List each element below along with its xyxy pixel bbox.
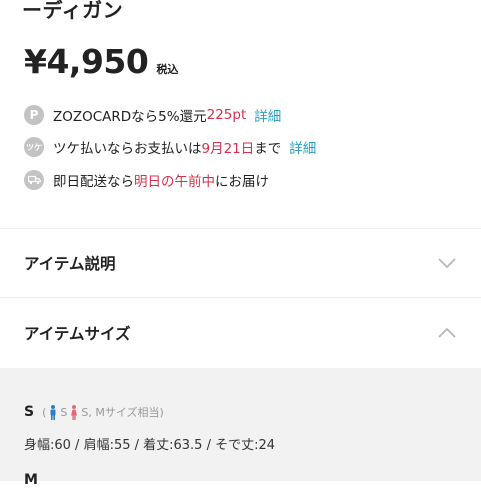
chevron-down-icon xyxy=(438,258,456,269)
size-panel: S ( S S, Mサイズ相当 ) 身幅:60 / 肩幅:55 / 着丈:63.… xyxy=(0,368,481,488)
truck-icon xyxy=(24,170,44,190)
price-amount: ¥4,950 xyxy=(24,42,149,81)
price-block: ¥4,950 税込 xyxy=(24,42,178,81)
accordion-label-size: アイテムサイズ xyxy=(24,325,131,343)
delivery-row: 即日配送なら 明日の午前中 にお届け xyxy=(24,170,269,190)
accordion-item-size[interactable]: アイテムサイズ xyxy=(0,299,481,367)
tsuke-suffix: まで xyxy=(254,141,282,157)
male-icon xyxy=(50,404,56,420)
product-title: ーディガン xyxy=(22,0,124,22)
tsuke-row: ツケ ツケ払いならお支払いは 9月21日 まで 詳細 xyxy=(24,137,316,157)
delivery-highlight: 明日の午前中 xyxy=(134,174,215,190)
points-value: 225pt xyxy=(206,107,247,123)
zozocard-detail-link[interactable]: 詳細 xyxy=(254,105,281,125)
paren-close: ) xyxy=(159,405,164,419)
zozocard-text: ZOZOCARDなら5%還元 xyxy=(53,109,207,125)
tax-label: 税込 xyxy=(156,63,179,76)
zozocard-row: P ZOZOCARDなら5%還元 225pt 詳細 xyxy=(24,105,281,125)
accordion-item-description[interactable]: アイテム説明 xyxy=(0,229,481,297)
tsuke-text: ツケ払いならお支払いは xyxy=(53,141,202,157)
size-measurements: 身幅:60 / 肩幅:55 / 着丈:63.5 / そで丈:24 xyxy=(24,438,276,453)
delivery-suffix: にお届け xyxy=(215,174,269,190)
female-icon xyxy=(71,404,78,420)
male-size-label: S xyxy=(60,405,68,419)
tsuke-date: 9月21日 xyxy=(201,141,255,157)
tsuke-detail-link[interactable]: 詳細 xyxy=(289,137,316,157)
tsuke-icon: ツケ xyxy=(24,137,44,157)
size-letter: S xyxy=(24,404,35,420)
delivery-text: 即日配送なら xyxy=(53,174,134,190)
divider xyxy=(0,297,481,298)
size-equivalence: ( S S, Mサイズ相当 ) xyxy=(42,404,164,420)
size-letter: M xyxy=(24,472,38,488)
size-row-header: S ( S S, Mサイズ相当 ) xyxy=(24,404,164,420)
p-circle-icon: P xyxy=(24,105,44,125)
paren-open: ( xyxy=(42,405,47,419)
chevron-up-icon xyxy=(438,327,456,338)
accordion-label-description: アイテム説明 xyxy=(24,255,116,273)
female-size-label: S, Mサイズ相当 xyxy=(81,406,160,419)
